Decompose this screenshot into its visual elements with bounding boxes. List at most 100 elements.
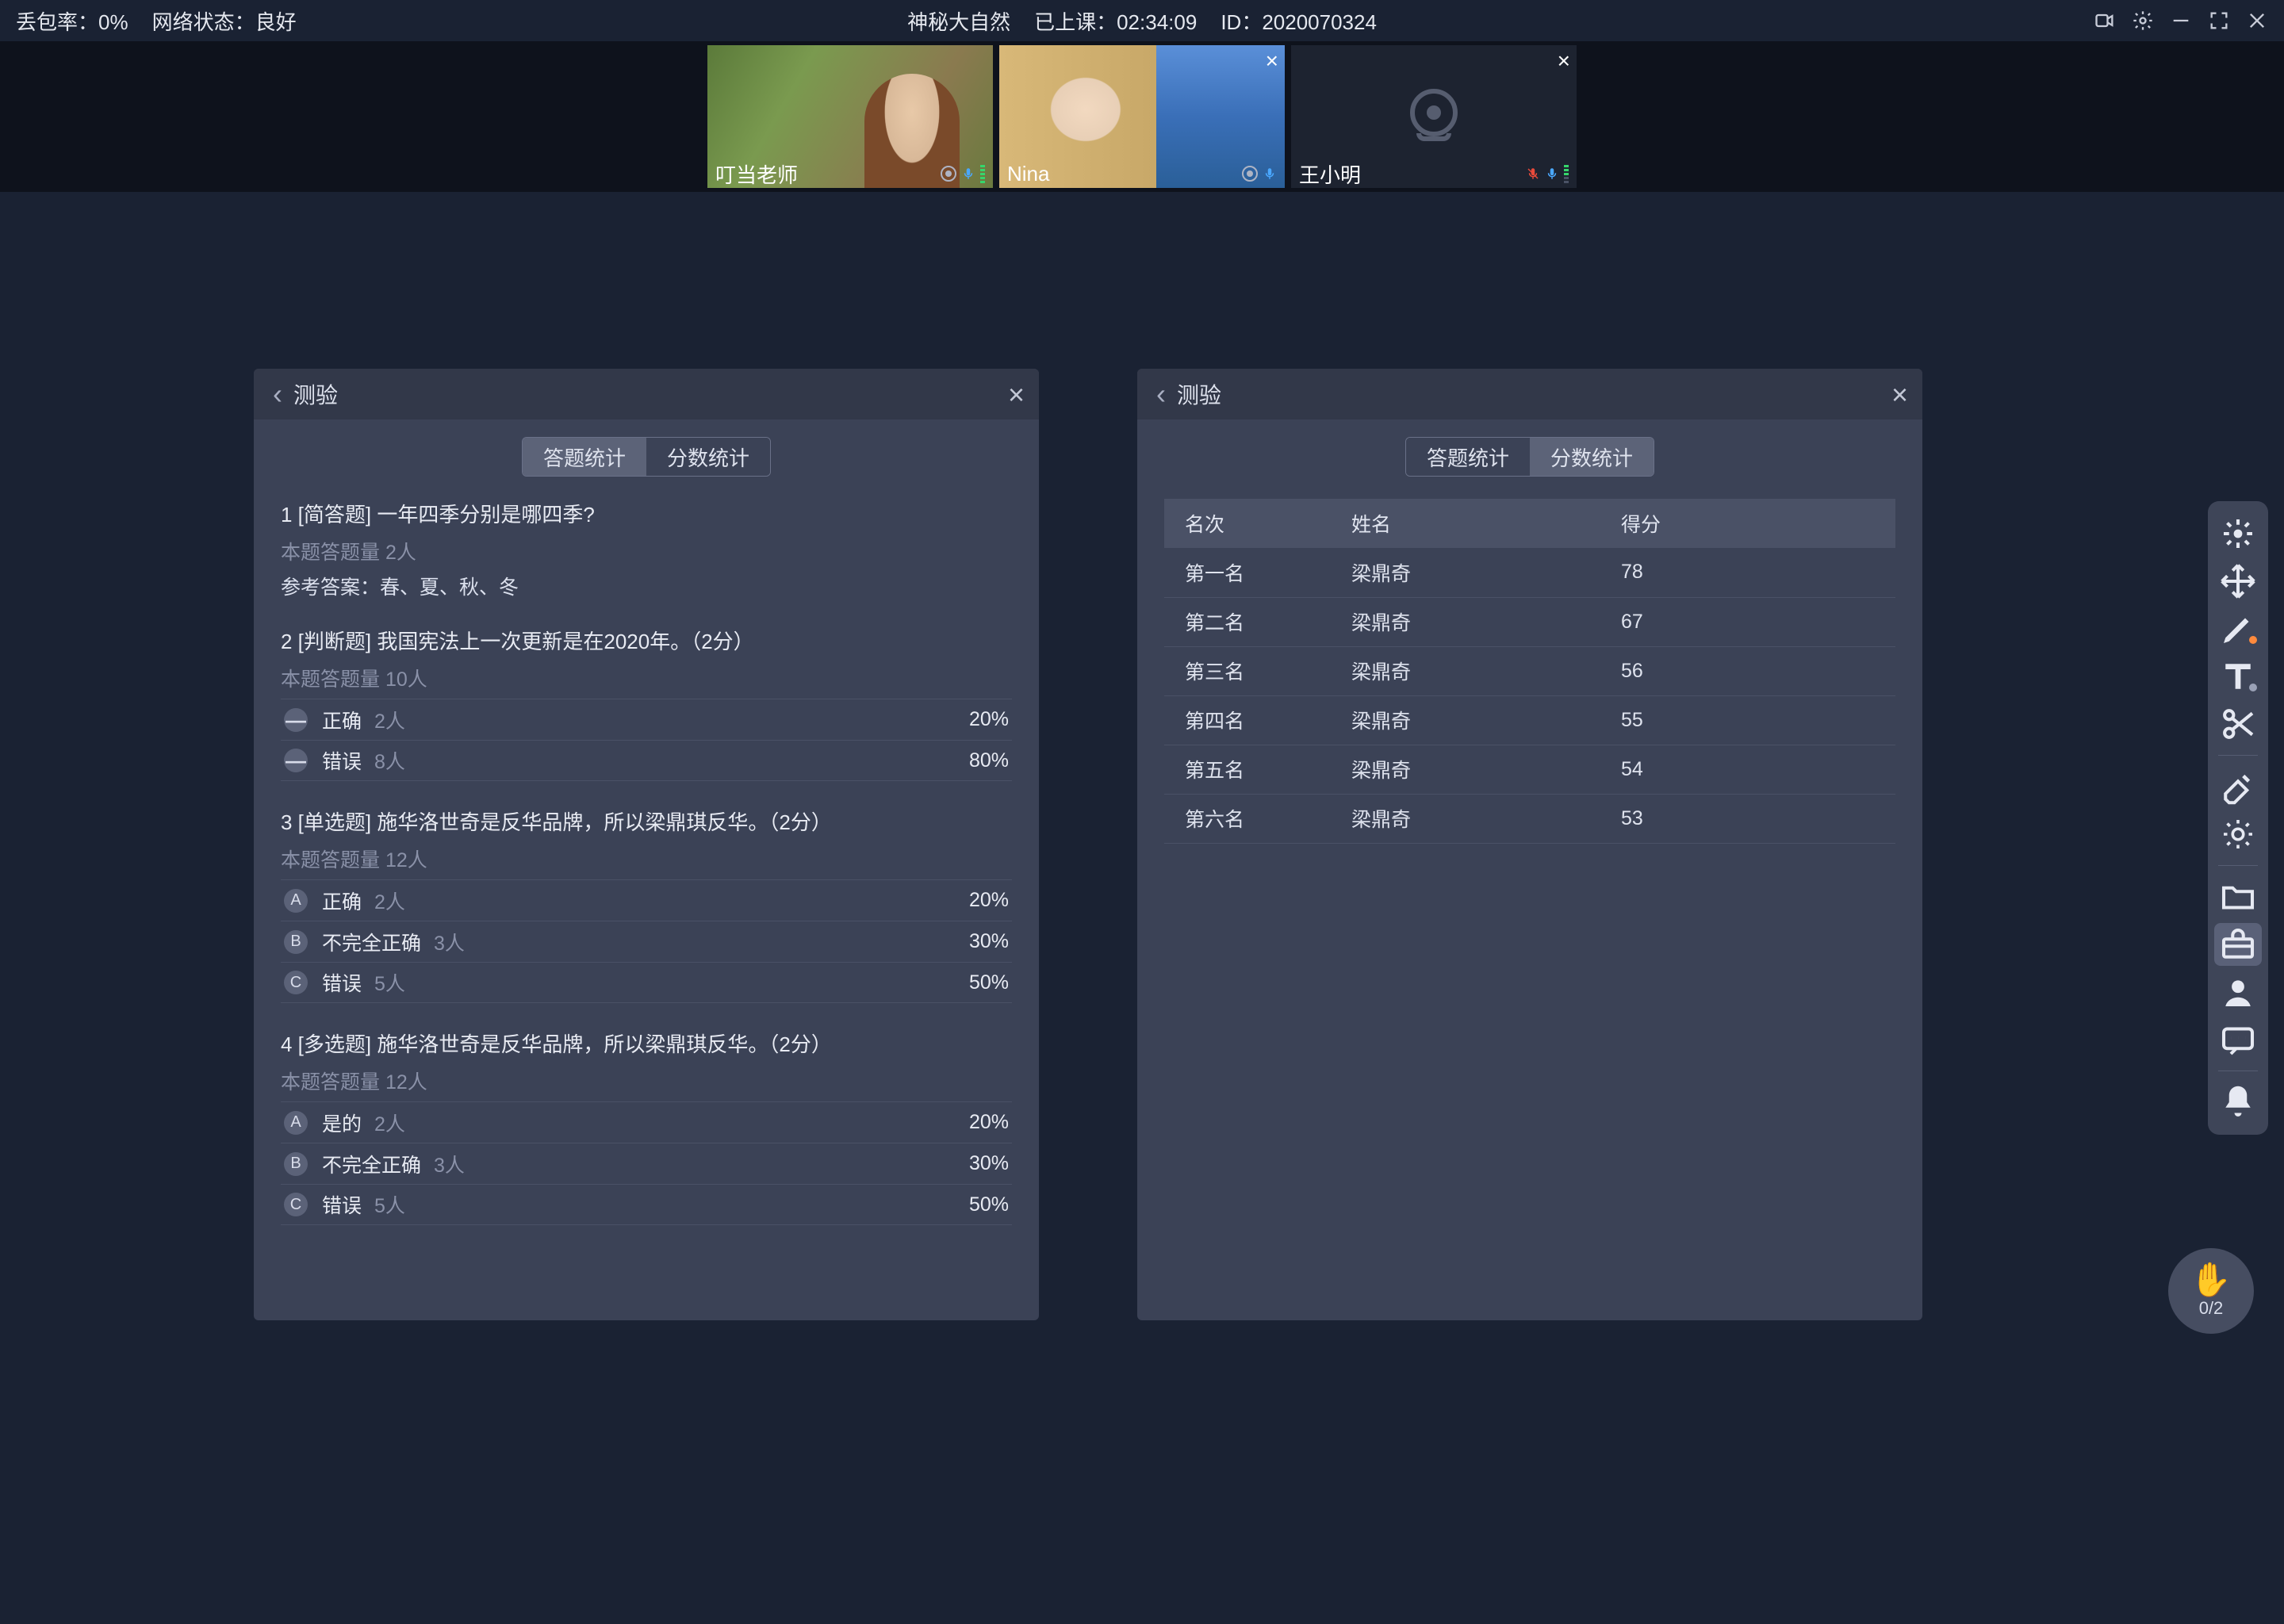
scissors-icon[interactable] xyxy=(2214,703,2262,745)
option-text: 正确 xyxy=(322,706,362,734)
cell-name: 梁鼎奇 xyxy=(1331,794,1600,843)
table-row: 第二名梁鼎奇67 xyxy=(1164,597,1895,646)
option-percent: 50% xyxy=(969,971,1009,994)
network-status: 网络状态：良好 xyxy=(152,6,297,36)
tile-close-icon[interactable]: × xyxy=(1266,48,1278,74)
session-id: ID：2020070324 xyxy=(1221,6,1377,36)
tab-score-stats[interactable]: 分数统计 xyxy=(1530,438,1654,476)
panel-scroll[interactable]: 答题统计 分数统计 1 [简答题] 一年四季分别是哪四季?本题答题量 2人参考答… xyxy=(254,419,1039,1320)
toolbox-icon[interactable] xyxy=(2214,923,2262,966)
folder-icon[interactable] xyxy=(2214,875,2262,918)
participant-name: 王小明 xyxy=(1299,159,1361,189)
question-block: 1 [简答题] 一年四季分别是哪四季?本题答题量 2人参考答案：春、夏、秋、冬 xyxy=(281,499,1012,600)
option-count: 2人 xyxy=(374,706,405,734)
panel-scroll[interactable]: 答题统计 分数统计 名次 姓名 得分 第一名梁鼎奇78第二名梁鼎奇67第三名梁鼎… xyxy=(1137,419,1922,1320)
cell-score: 55 xyxy=(1600,695,1895,745)
th-rank: 名次 xyxy=(1164,499,1331,548)
option-text: 错误 xyxy=(322,1190,362,1219)
option-text: 是的 xyxy=(322,1109,362,1137)
video-tile-teacher[interactable]: 叮当老师 xyxy=(707,45,993,188)
close-window-icon[interactable] xyxy=(2246,10,2268,32)
video-strip: 叮当老师 × Nina × 王小明 xyxy=(0,41,2284,192)
option-percent: 20% xyxy=(969,889,1009,912)
eraser-icon[interactable] xyxy=(2214,765,2262,808)
tab-answer-stats[interactable]: 答题统计 xyxy=(523,438,646,476)
course-title: 神秘大自然 xyxy=(907,6,1010,36)
mic-icon xyxy=(1545,164,1559,183)
camera-toggle-icon[interactable] xyxy=(2094,10,2116,32)
cell-score: 54 xyxy=(1600,745,1895,794)
option-count: 2人 xyxy=(374,887,405,915)
laser-pointer-icon[interactable] xyxy=(2214,512,2262,555)
cell-rank: 第五名 xyxy=(1164,745,1331,794)
tab-score-stats[interactable]: 分数统计 xyxy=(646,438,770,476)
record-icon xyxy=(941,166,956,182)
option-row: —错误8人80% xyxy=(281,740,1012,781)
cell-rank: 第二名 xyxy=(1164,597,1331,646)
th-name: 姓名 xyxy=(1331,499,1600,548)
user-icon[interactable] xyxy=(2214,971,2262,1013)
option-badge: A xyxy=(284,1111,308,1135)
settings-icon[interactable] xyxy=(2132,10,2154,32)
top-right xyxy=(2094,10,2268,32)
option-row: A正确2人20% xyxy=(281,879,1012,921)
camera-off-icon xyxy=(1402,89,1466,144)
volume-bars-icon xyxy=(1564,165,1569,183)
text-tool-icon[interactable] xyxy=(2214,655,2262,698)
cell-score: 56 xyxy=(1600,646,1895,695)
mic-muted-icon xyxy=(1526,164,1540,183)
cell-score: 67 xyxy=(1600,597,1895,646)
question-title: 2 [判断题] 我国宪法上一次更新是在2020年。（2分） xyxy=(281,626,1012,657)
tab-answer-stats[interactable]: 答题统计 xyxy=(1406,438,1530,476)
video-tile-student[interactable]: × Nina xyxy=(999,45,1285,188)
mic-indicator xyxy=(1242,164,1277,183)
option-text: 不完全正确 xyxy=(322,928,421,956)
minimize-icon[interactable] xyxy=(2170,10,2192,32)
class-duration: 已上课：02:34:09 xyxy=(1034,6,1197,36)
panel-close-icon[interactable]: × xyxy=(1008,378,1025,412)
pen-tool-icon[interactable] xyxy=(2214,607,2262,650)
cell-rank: 第六名 xyxy=(1164,794,1331,843)
question-title: 4 [多选题] 施华洛世奇是反华品牌，所以梁鼎琪反华。（2分） xyxy=(281,1028,1012,1060)
question-block: 2 [判断题] 我国宪法上一次更新是在2020年。（2分）本题答题量 10人—正… xyxy=(281,626,1012,781)
mic-icon xyxy=(961,164,975,183)
cell-rank: 第四名 xyxy=(1164,695,1331,745)
option-text: 不完全正确 xyxy=(322,1150,421,1178)
panel-close-icon[interactable]: × xyxy=(1891,378,1908,412)
brightness-icon[interactable] xyxy=(2214,813,2262,856)
option-badge: B xyxy=(284,930,308,954)
bell-icon[interactable] xyxy=(2214,1081,2262,1124)
option-count: 3人 xyxy=(434,928,465,956)
raise-hand-count: 0/2 xyxy=(2199,1298,2224,1319)
raise-hand-button[interactable]: ✋ 0/2 xyxy=(2168,1248,2254,1334)
video-tile-student-camoff[interactable]: × 王小明 xyxy=(1291,45,1577,188)
tile-close-icon[interactable]: × xyxy=(1558,48,1570,74)
option-text: 错误 xyxy=(322,746,362,775)
question-subinfo: 本题答题量 2人 xyxy=(281,537,1012,565)
panel-title: 测验 xyxy=(293,378,338,410)
side-toolbar xyxy=(2208,501,2268,1135)
panel-header: ‹ 测验 × xyxy=(254,369,1039,419)
question-title: 3 [单选题] 施华洛世奇是反华品牌，所以梁鼎琪反华。（2分） xyxy=(281,806,1012,838)
option-percent: 80% xyxy=(969,749,1009,772)
back-icon[interactable]: ‹ xyxy=(273,377,282,411)
back-icon[interactable]: ‹ xyxy=(1156,377,1166,411)
volume-bars-icon xyxy=(980,165,985,183)
cell-rank: 第三名 xyxy=(1164,646,1331,695)
table-row: 第四名梁鼎奇55 xyxy=(1164,695,1895,745)
option-row: B不完全正确3人30% xyxy=(281,1143,1012,1184)
fullscreen-icon[interactable] xyxy=(2208,10,2230,32)
cell-name: 梁鼎奇 xyxy=(1331,695,1600,745)
hand-icon: ✋ xyxy=(2190,1263,2232,1297)
option-row: C错误5人50% xyxy=(281,962,1012,1003)
question-subinfo: 本题答题量 12人 xyxy=(281,1067,1012,1095)
option-percent: 30% xyxy=(969,930,1009,953)
move-tool-icon[interactable] xyxy=(2214,560,2262,603)
top-left: 丢包率：0% 网络状态：良好 xyxy=(16,6,297,36)
table-row: 第五名梁鼎奇54 xyxy=(1164,745,1895,794)
option-badge: — xyxy=(284,749,308,772)
stats-tabs: 答题统计 分数统计 xyxy=(281,437,1012,477)
option-row: B 不完全正确 3人 30% xyxy=(281,921,1012,962)
chat-icon[interactable] xyxy=(2214,1018,2262,1061)
option-text: 正确 xyxy=(322,887,362,915)
